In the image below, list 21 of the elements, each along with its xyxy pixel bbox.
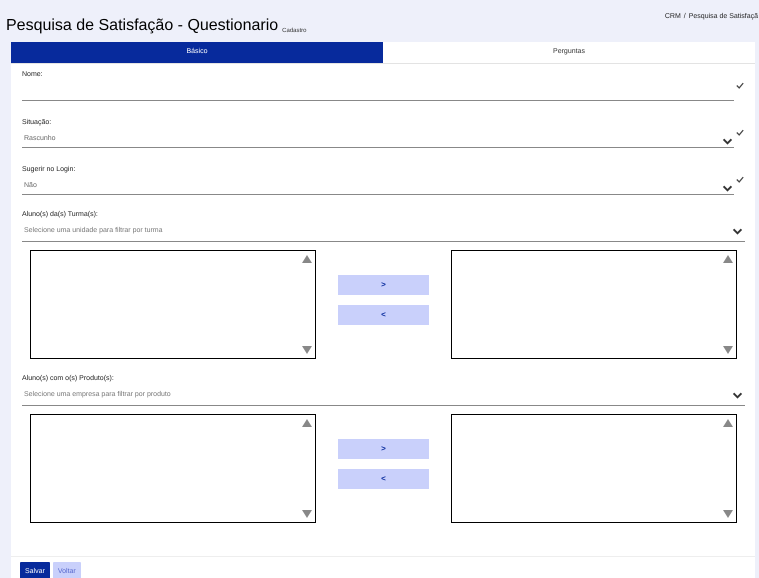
scroll-down-icon — [723, 346, 733, 354]
list-box[interactable] — [451, 414, 737, 523]
move-button[interactable]: > — [338, 275, 429, 295]
scroll-up-icon — [723, 419, 733, 427]
chevron-down-icon — [722, 185, 733, 192]
move-button[interactable]: < — [338, 469, 429, 489]
scroll-up-icon — [302, 419, 312, 427]
move-button[interactable]: < — [338, 305, 429, 325]
scroll-down-icon — [723, 510, 733, 518]
move-button[interactable]: > — [338, 439, 429, 459]
chevron-down-icon — [732, 392, 743, 398]
scroll-down-icon — [302, 510, 312, 518]
page-title: Pesquisa de Satisfação - Questionario — [6, 18, 278, 34]
list-box[interactable] — [451, 250, 737, 359]
scroll-up-icon — [723, 255, 733, 263]
scroll-down-icon — [302, 346, 312, 354]
chevron-down-icon — [722, 138, 733, 145]
list-box[interactable] — [30, 414, 316, 523]
scroll-up-icon — [302, 255, 312, 263]
list-box[interactable] — [30, 250, 316, 359]
chevron-down-icon — [732, 228, 743, 234]
